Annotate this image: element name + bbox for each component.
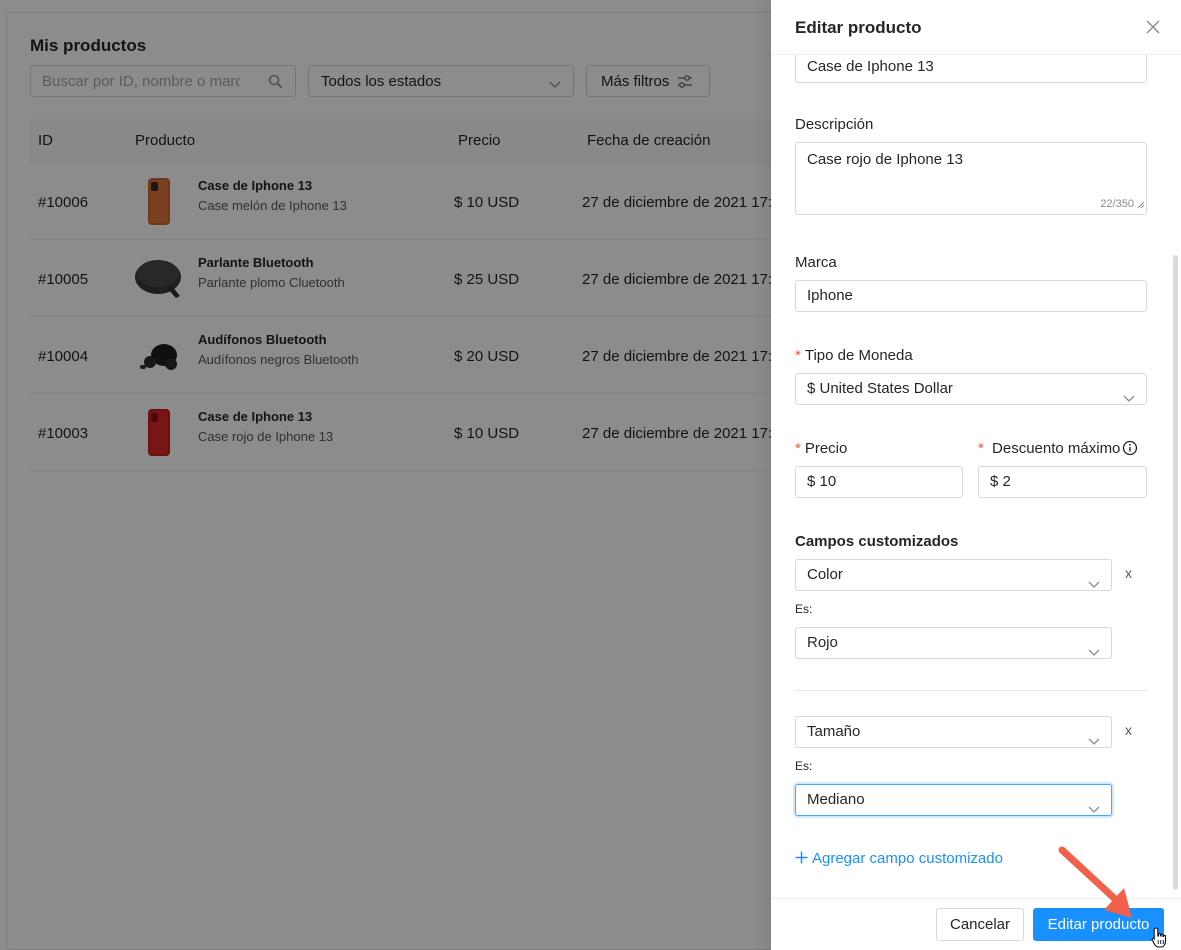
product-name-input[interactable]: Case de Iphone 13 xyxy=(795,55,1147,83)
currency-value: $ United States Dollar xyxy=(807,380,953,397)
brand-input[interactable]: Iphone xyxy=(795,280,1147,312)
price-label-text: Precio xyxy=(804,440,848,457)
price-label: * Precio xyxy=(795,440,847,457)
drawer-header: Editar producto xyxy=(771,0,1181,55)
custom-field-divider xyxy=(795,690,1147,691)
price-input[interactable]: $ 10 xyxy=(795,466,963,498)
custom-fields-heading: Campos customizados xyxy=(795,533,959,550)
description-textarea[interactable]: Case rojo de Iphone 13 22/350 xyxy=(795,142,1147,215)
chevron-down-icon xyxy=(1088,795,1100,825)
description-char-counter: 22/350 xyxy=(1100,198,1134,210)
required-mark: * xyxy=(795,347,801,364)
close-icon[interactable] xyxy=(1145,19,1161,35)
drawer-scrollbar[interactable] xyxy=(1173,255,1178,890)
custom-field-select[interactable]: Tamaño xyxy=(795,716,1112,748)
add-custom-field-link[interactable]: Agregar campo customizado xyxy=(795,850,1003,868)
plus-icon xyxy=(795,851,808,868)
custom-field-is-label: Es: xyxy=(795,602,813,616)
brand-value: Iphone xyxy=(807,287,853,304)
currency-select[interactable]: $ United States Dollar xyxy=(795,373,1147,405)
custom-field-value: Mediano xyxy=(807,791,865,808)
currency-label-text: Tipo de Moneda xyxy=(804,347,913,364)
price-value: $ 10 xyxy=(807,473,837,490)
edit-product-drawer: Editar producto Case de Iphone 13 Descri… xyxy=(771,0,1181,950)
custom-field-name: Color xyxy=(807,566,843,583)
custom-field-select[interactable]: Color xyxy=(795,559,1112,591)
custom-field-value: Rojo xyxy=(807,634,838,651)
brand-label: Marca xyxy=(795,254,837,271)
drawer-title: Editar producto xyxy=(795,18,922,37)
annotation-arrow-icon xyxy=(1058,846,1132,918)
required-mark: * xyxy=(795,440,801,457)
max-discount-value: $ 2 xyxy=(990,473,1011,490)
max-discount-label: * Descuento máximo xyxy=(978,440,1120,457)
drawer-overlay[interactable] xyxy=(0,0,771,950)
currency-label: * Tipo de Moneda xyxy=(795,347,913,364)
info-icon[interactable] xyxy=(1122,440,1138,461)
description-label: Descripción xyxy=(795,116,874,133)
required-mark: * xyxy=(978,440,984,457)
cancel-button[interactable]: Cancelar xyxy=(936,908,1024,941)
resize-handle-icon[interactable] xyxy=(1137,196,1145,213)
remove-custom-field-button[interactable]: x xyxy=(1125,565,1132,581)
chevron-down-icon xyxy=(1088,638,1100,668)
custom-field-value-select[interactable]: Rojo xyxy=(795,627,1112,659)
custom-field-is-label: Es: xyxy=(795,759,813,773)
chevron-down-icon xyxy=(1123,384,1135,414)
chevron-down-icon xyxy=(1088,727,1100,757)
custom-field-value-select[interactable]: Mediano xyxy=(795,784,1112,816)
hand-cursor-icon xyxy=(1151,927,1167,948)
custom-field-name: Tamaño xyxy=(807,723,861,740)
max-discount-label-text: Descuento máximo xyxy=(992,440,1121,457)
max-discount-input[interactable]: $ 2 xyxy=(978,466,1147,498)
product-name-value: Case de Iphone 13 xyxy=(807,58,934,75)
chevron-down-icon xyxy=(1088,570,1100,600)
description-value: Case rojo de Iphone 13 xyxy=(807,151,963,168)
add-custom-field-label: Agregar campo customizado xyxy=(812,850,1003,867)
remove-custom-field-button[interactable]: x xyxy=(1125,722,1132,738)
drawer-body: Case de Iphone 13 Descripción Case rojo … xyxy=(771,55,1181,898)
